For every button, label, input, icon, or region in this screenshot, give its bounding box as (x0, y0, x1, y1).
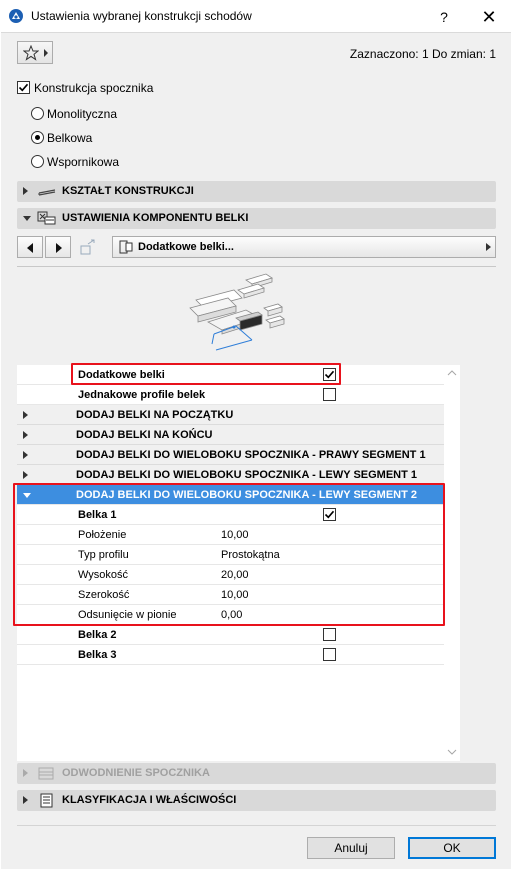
table-row[interactable]: Belka 3 (17, 645, 444, 665)
arrow-left-icon (27, 243, 33, 253)
favorites-button[interactable] (17, 41, 53, 64)
drainage-icon (38, 767, 54, 780)
radio-beam-label: Belkowa (47, 131, 93, 145)
close-button[interactable]: ✕ (474, 6, 504, 28)
title-bar: Ustawienia wybranej konstrukcji schodów … (0, 0, 512, 32)
chevron-right-icon (44, 49, 48, 57)
table-scrollbar[interactable] (444, 365, 460, 761)
cancel-button[interactable]: Anuluj (307, 837, 395, 859)
expand-arrow-icon (23, 796, 28, 804)
radio-monolithic[interactable] (31, 107, 44, 120)
table-row[interactable]: Belka 2 (17, 625, 444, 645)
scroll-up-icon[interactable] (447, 370, 457, 376)
panel-title: ODWODNIENIE SPOCZNIKA (62, 767, 210, 779)
panel-landing-drainage[interactable]: ODWODNIENIE SPOCZNIKA (17, 763, 496, 784)
radio-beam[interactable] (31, 131, 44, 144)
next-button[interactable] (45, 236, 71, 258)
table-group-row[interactable]: DODAJ BELKI NA KOŃCU (17, 425, 444, 445)
table-group-row[interactable]: DODAJ BELKI DO WIELOBOKU SPOCZNIKA - LEW… (17, 465, 444, 485)
row-label: DODAJ BELKI NA POCZĄTKU (76, 409, 234, 421)
structure-shape-icon (38, 189, 56, 196)
row-checkbox[interactable] (323, 628, 336, 641)
collapse-arrow-icon (23, 216, 31, 221)
component-dropdown[interactable]: Dodatkowe belki... (112, 236, 496, 258)
previous-button[interactable] (17, 236, 43, 258)
expand-arrow-icon (23, 411, 28, 419)
row-label: Belka 2 (78, 629, 117, 641)
row-checkbox[interactable] (323, 388, 336, 401)
row-label: DODAJ BELKI DO WIELOBOKU SPOCZNIKA - PRA… (76, 449, 426, 461)
panel-beam-settings[interactable]: USTAWIENIA KOMPONENTU BELKI (17, 208, 496, 229)
highlight-frame (13, 483, 445, 626)
app-logo-icon (9, 9, 23, 23)
selection-info: Zaznaczono: 1 Do zmian: 1 (349, 47, 496, 61)
radio-monolithic-label: Monolityczna (47, 107, 118, 121)
arrow-right-icon (56, 243, 62, 253)
expand-arrow-icon (23, 769, 28, 777)
scroll-down-icon[interactable] (447, 749, 457, 755)
expand-arrow-icon (23, 187, 28, 195)
help-button[interactable]: ? (432, 7, 456, 27)
highlight-frame (71, 363, 341, 385)
panel-title: KLASYFIKACJA I WŁAŚCIWOŚCI (62, 794, 237, 806)
table-group-row[interactable]: DODAJ BELKI NA POCZĄTKU (17, 405, 444, 425)
component-icon (119, 240, 133, 254)
row-checkbox[interactable] (323, 648, 336, 661)
panel-title: KSZTAŁT KONSTRUKCJI (62, 185, 194, 197)
row-label: DODAJ BELKI DO WIELOBOKU SPOCZNIKA - LEW… (76, 469, 418, 481)
row-label: DODAJ BELKI NA KOŃCU (76, 429, 213, 441)
landing-structure-label: Konstrukcja spocznika (34, 81, 154, 95)
panel-title: USTAWIENIA KOMPONENTU BELKI (62, 212, 249, 224)
table-group-row[interactable]: DODAJ BELKI DO WIELOBOKU SPOCZNIKA - PRA… (17, 445, 444, 465)
component-dropdown-value: Dodatkowe belki... (138, 241, 234, 253)
star-icon (23, 45, 39, 61)
radio-cantilever[interactable] (31, 155, 44, 168)
classification-icon (40, 793, 53, 808)
sub-component-icon (78, 238, 98, 256)
beam-component-icon (37, 211, 56, 225)
radio-cantilever-label: Wspornikowa (47, 155, 120, 169)
row-label: Belka 3 (78, 649, 117, 661)
expand-arrow-icon (23, 471, 28, 479)
expand-arrow-icon (23, 451, 28, 459)
ok-button[interactable]: OK (408, 837, 496, 859)
window-title: Ustawienia wybranej konstrukcji schodów (31, 9, 252, 23)
panel-structure-shape[interactable]: KSZTAŁT KONSTRUKCJI (17, 181, 496, 202)
table-row[interactable]: Jednakowe profile belek (17, 385, 444, 405)
beam-preview-image (189, 273, 285, 351)
panel-classification[interactable]: KLASYFIKACJA I WŁAŚCIWOŚCI (17, 790, 496, 811)
dropdown-arrow-icon (486, 243, 491, 251)
landing-structure-checkbox[interactable] (17, 81, 30, 94)
divider (17, 266, 496, 267)
checkmark-icon (18, 83, 29, 92)
expand-arrow-icon (23, 431, 28, 439)
divider (17, 825, 496, 826)
row-label: Jednakowe profile belek (78, 389, 206, 401)
